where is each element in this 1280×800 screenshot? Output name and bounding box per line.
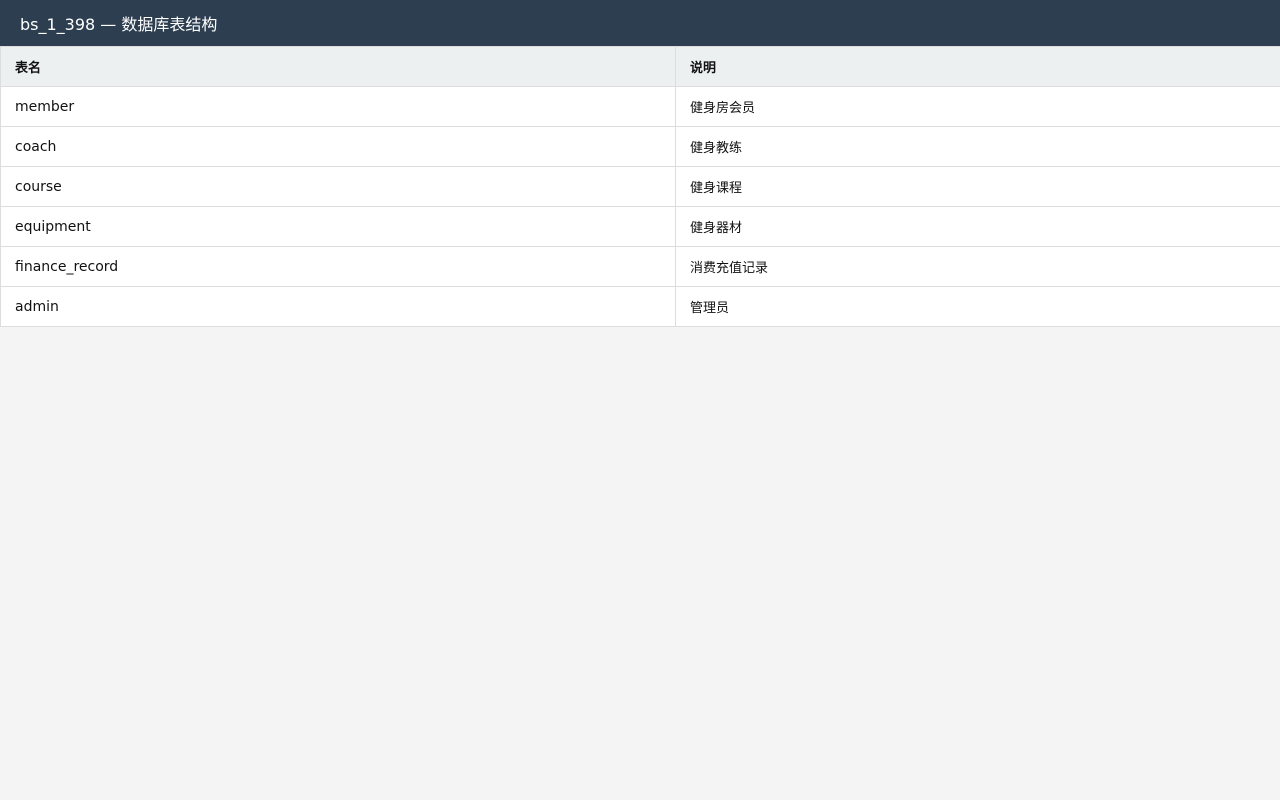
table-name-cell: member <box>0 86 676 127</box>
description-cell: 管理员 <box>675 286 1280 327</box>
table-row: finance_record 消费充值记录 <box>0 246 1280 287</box>
description-cell: 健身器材 <box>675 206 1280 247</box>
schema-table: 表名 说明 member 健身房会员 coach 健身教练 course 健身课… <box>0 46 1280 327</box>
description-cell: 健身课程 <box>675 166 1280 207</box>
table-row: admin 管理员 <box>0 286 1280 327</box>
table-row: equipment 健身器材 <box>0 206 1280 247</box>
table-name-cell: course <box>0 166 676 207</box>
description-cell: 健身教练 <box>675 126 1280 167</box>
column-header-description: 说明 <box>675 46 1280 87</box>
table-row: course 健身课程 <box>0 166 1280 207</box>
description-cell: 健身房会员 <box>675 86 1280 127</box>
table-container: 表名 说明 member 健身房会员 coach 健身教练 course 健身课… <box>0 46 1280 327</box>
table-row: member 健身房会员 <box>0 86 1280 127</box>
table-name-cell: coach <box>0 126 676 167</box>
column-header-table-name: 表名 <box>0 46 676 87</box>
description-cell: 消费充值记录 <box>675 246 1280 287</box>
table-name-cell: finance_record <box>0 246 676 287</box>
table-header-row: 表名 说明 <box>0 46 1280 87</box>
table-name-cell: equipment <box>0 206 676 247</box>
page-title: bs_1_398 — 数据库表结构 <box>20 15 218 34</box>
table-name-cell: admin <box>0 286 676 327</box>
table-row: coach 健身教练 <box>0 126 1280 167</box>
app-header: bs_1_398 — 数据库表结构 <box>0 0 1280 46</box>
